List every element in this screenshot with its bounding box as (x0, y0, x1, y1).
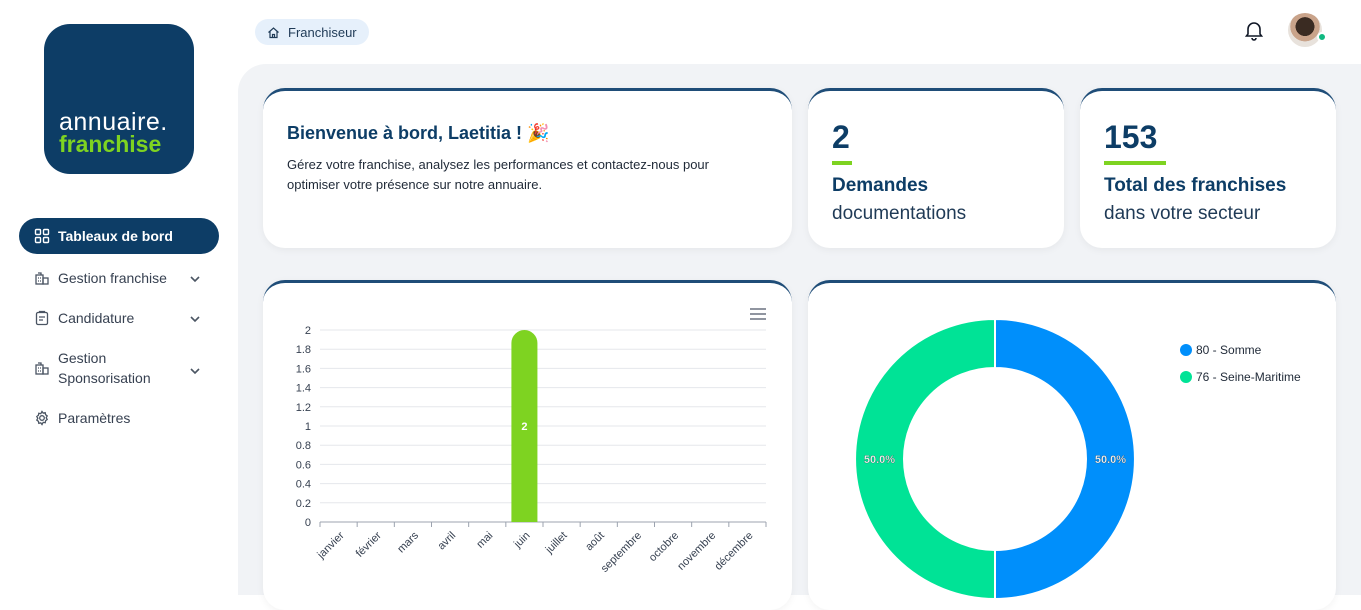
dashboard-icon (34, 228, 50, 244)
stat-underline (1104, 161, 1166, 165)
main-content: Bienvenue à bord, Laetitia ! 🎉 Gérez vot… (238, 64, 1361, 610)
bar-data-label: 2 (521, 421, 527, 433)
x-tick-label: juin (511, 530, 532, 551)
legend-marker (1180, 371, 1192, 383)
stat-label: Demandes (832, 175, 929, 196)
x-tick-label: juillet (543, 530, 570, 557)
x-tick-label: mars (395, 529, 421, 555)
welcome-title: Bienvenue à bord, Laetitia ! 🎉 (287, 123, 550, 143)
sidebar-item-label: Gestion franchise (58, 270, 167, 286)
sidebar-item-gestion-sponsorisation[interactable]: Gestion Sponsorisation (19, 338, 219, 398)
breadcrumb-label: Franchiseur (288, 24, 357, 40)
x-tick-label: février (354, 529, 384, 559)
stat-number: 153 (1104, 119, 1158, 155)
y-tick-label: 0 (305, 517, 311, 529)
breadcrumb[interactable]: Franchiseur (255, 19, 369, 45)
avatar[interactable] (1288, 13, 1322, 47)
home-icon (267, 26, 280, 39)
chevron-down-icon (189, 272, 201, 288)
slice-value-label: 50.0% (1095, 454, 1126, 466)
sidebar-item-dashboard[interactable]: Tableaux de bord (19, 218, 219, 254)
stat-label: Total des franchises (1104, 175, 1287, 196)
sidebar-item-label: Candidature (58, 310, 135, 326)
y-tick-label: 1.4 (296, 383, 311, 395)
x-tick-label: août (583, 530, 607, 554)
x-tick-label: septembre (599, 530, 644, 575)
sidebar: annuaire. franchise Tableaux de bord Ges… (0, 0, 238, 595)
sidebar-nav: Tableaux de bord Gestion franchise Candi… (19, 218, 219, 438)
sidebar-item-label: Gestion Sponsorisation (58, 350, 151, 386)
sidebar-item-gestion-franchise[interactable]: Gestion franchise (19, 258, 219, 298)
legend-label: 76 - Seine-Maritime (1196, 370, 1301, 384)
bar-chart-card: 0 0.2 0.4 0.6 0.8 1 1.2 1.4 1.6 1.8 2 janvier févrie… (263, 280, 792, 610)
building-icon (34, 270, 50, 286)
logo[interactable]: annuaire. franchise (44, 24, 194, 174)
y-tick-label: 1 (305, 421, 311, 433)
y-tick-label: 0.4 (296, 479, 311, 491)
legend-marker (1180, 344, 1192, 356)
legend-label: 80 - Somme (1196, 343, 1262, 357)
clipboard-icon (34, 310, 50, 326)
stat-card-demandes: 2 Demandes documentations (808, 88, 1064, 248)
welcome-card: Bienvenue à bord, Laetitia ! 🎉 Gérez vot… (263, 88, 792, 248)
building-icon (34, 360, 50, 376)
y-tick-label: 0.8 (296, 440, 311, 452)
y-tick-label: 1.8 (296, 344, 311, 356)
x-tick-label: janvier (315, 529, 347, 561)
online-status-dot (1317, 32, 1327, 42)
donut-chart: 50.0% 50.0% (854, 317, 1136, 601)
slice-value-label: 50.0% (864, 454, 895, 466)
x-tick-label: novembre (675, 530, 718, 573)
welcome-text: Gérez votre franchise, analysez les perf… (287, 157, 709, 192)
stat-card-total-franchises: 153 Total des franchises dans votre sect… (1080, 88, 1336, 248)
y-tick-label: 0.6 (296, 459, 311, 471)
bar-chart: 0 0.2 0.4 0.6 0.8 1 1.2 1.4 1.6 1.8 2 janvier févrie… (296, 325, 767, 575)
logo-line2: franchise (59, 131, 162, 157)
sidebar-item-candidature[interactable]: Candidature (19, 298, 219, 338)
y-tick-label: 1.6 (296, 363, 311, 375)
chevron-down-icon (189, 312, 201, 328)
chevron-down-icon (189, 362, 201, 382)
chart-legend: 80 - Somme 76 - Seine-Maritime (1180, 343, 1301, 397)
legend-item[interactable]: 80 - Somme (1180, 343, 1301, 357)
legend-item[interactable]: 76 - Seine-Maritime (1180, 370, 1301, 384)
x-tick-label: avril (435, 530, 458, 553)
x-tick-label: décembre (712, 530, 755, 573)
stat-sublabel: dans votre secteur (1104, 203, 1261, 224)
stat-number: 2 (832, 119, 850, 155)
y-tick-label: 0.2 (296, 498, 311, 510)
sidebar-item-parametres[interactable]: Paramètres (19, 398, 219, 438)
sidebar-item-label: Tableaux de bord (58, 228, 173, 244)
y-tick-label: 1.2 (296, 402, 311, 414)
x-tick-label: octobre (647, 530, 681, 564)
x-tick-label: mai (474, 530, 495, 551)
donut-chart-card: 50.0% 50.0% 80 - Somme 76 - Seine-Maritim… (808, 280, 1336, 610)
gear-icon (34, 410, 50, 426)
bell-icon[interactable] (1243, 19, 1265, 46)
stat-underline (832, 161, 852, 165)
y-tick-label: 2 (305, 325, 311, 337)
sidebar-item-label: Paramètres (58, 410, 131, 426)
stat-sublabel: documentations (832, 203, 967, 224)
